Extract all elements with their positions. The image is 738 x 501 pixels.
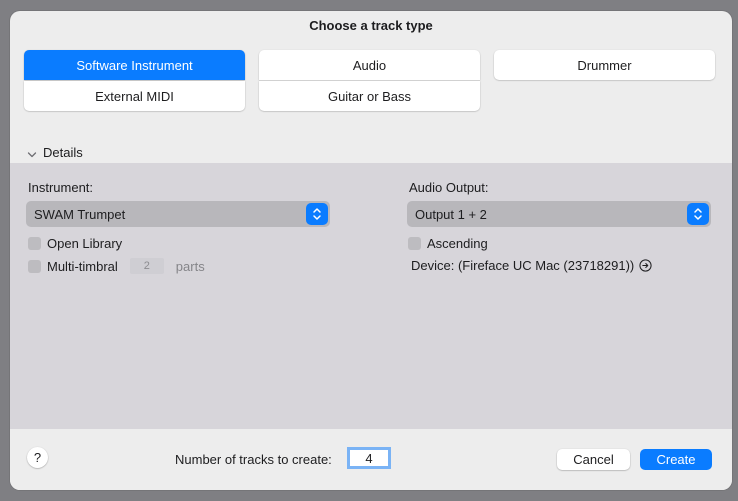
multi-timbral-checkbox[interactable] [28,259,41,273]
device-info: Device: (Fireface UC Mac (23718291)) [411,258,652,273]
create-button[interactable]: Create [640,449,712,470]
audio-button[interactable]: Audio [259,50,480,80]
dialog-title: Choose a track type [309,18,433,33]
drummer-button[interactable]: Drummer [494,50,715,80]
audio-output-value: Output 1 + 2 [415,206,487,222]
parts-field[interactable]: 2 [129,258,164,274]
up-down-chevron-icon[interactable] [687,203,709,225]
open-library-row: Open Library [28,236,122,251]
software-instrument-button[interactable]: Software Instrument [24,50,245,80]
track-count-label: Number of tracks to create: [175,452,332,467]
help-button[interactable]: ? [27,447,48,468]
guitar-or-bass-button[interactable]: Guitar or Bass [259,81,480,111]
open-library-label: Open Library [47,236,123,251]
ascending-label: Ascending [427,236,488,251]
audio-output-popup[interactable]: Output 1 + 2 [407,201,711,227]
cancel-button[interactable]: Cancel [557,449,630,470]
audio-output-label: Audio Output: [409,180,489,195]
ascending-row: Ascending [408,236,488,251]
chevron-down-icon [27,148,37,158]
open-library-checkbox[interactable] [28,237,41,250]
arrow-right-circle-icon[interactable] [639,259,652,272]
multi-timbral-label: Multi-timbral [47,258,118,274]
track-count-input[interactable]: 4 [347,447,391,469]
dialog-footer: ? Number of tracks to create: 4 Cancel C… [10,429,732,490]
external-midi-button[interactable]: External MIDI [24,81,245,111]
new-track-dialog: Choose a track type Software Instrument … [10,11,732,490]
ascending-checkbox[interactable] [408,237,421,250]
device-text: Device: (Fireface UC Mac (23718291)) [411,258,635,273]
details-disclosure[interactable]: Details [27,145,83,160]
instrument-value: SWAM Trumpet [34,206,126,222]
instrument-popup[interactable]: SWAM Trumpet [26,201,330,227]
up-down-chevron-icon[interactable] [306,203,328,225]
details-label: Details [43,145,83,160]
parts-label: parts [175,258,205,274]
instrument-label: Instrument: [28,180,94,195]
multi-timbral-row: Multi-timbral 2 parts [28,258,205,274]
details-panel: Instrument: SWAM Trumpet Open Library Mu… [10,163,732,429]
